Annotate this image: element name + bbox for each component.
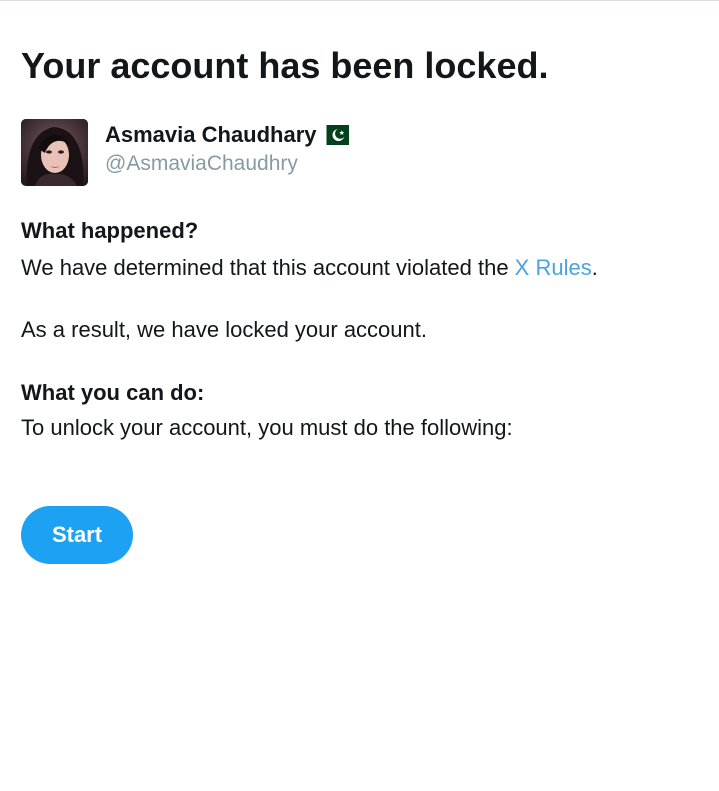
- avatar: [21, 119, 88, 186]
- result-text: As a result, we have locked your account…: [21, 317, 427, 342]
- profile-card: Asmavia Chaudhary @AsmaviaChaudhry: [21, 119, 621, 186]
- pakistan-flag-icon: [318, 125, 349, 145]
- violation-text: We have determined that this account vio…: [21, 254, 598, 282]
- top-divider: [0, 0, 719, 1]
- profile-photo-image: [21, 119, 88, 186]
- violation-text-after: .: [591, 255, 598, 280]
- what-you-can-do-heading: What you can do:: [21, 380, 205, 405]
- x-rules-link[interactable]: X Rules: [515, 255, 592, 280]
- profile-name: Asmavia Chaudhary: [105, 122, 317, 147]
- profile-handle: @AsmaviaChaudhry: [105, 152, 298, 175]
- profile-name-row: Asmavia Chaudhary: [105, 121, 349, 149]
- violation-text-before: We have determined that this account vio…: [21, 255, 515, 280]
- page-title: Your account has been locked.: [21, 45, 549, 86]
- unlock-instructions-text: To unlock your account, you must do the …: [21, 415, 513, 440]
- start-button[interactable]: Start: [21, 506, 133, 564]
- what-happened-heading: What happened?: [21, 218, 199, 243]
